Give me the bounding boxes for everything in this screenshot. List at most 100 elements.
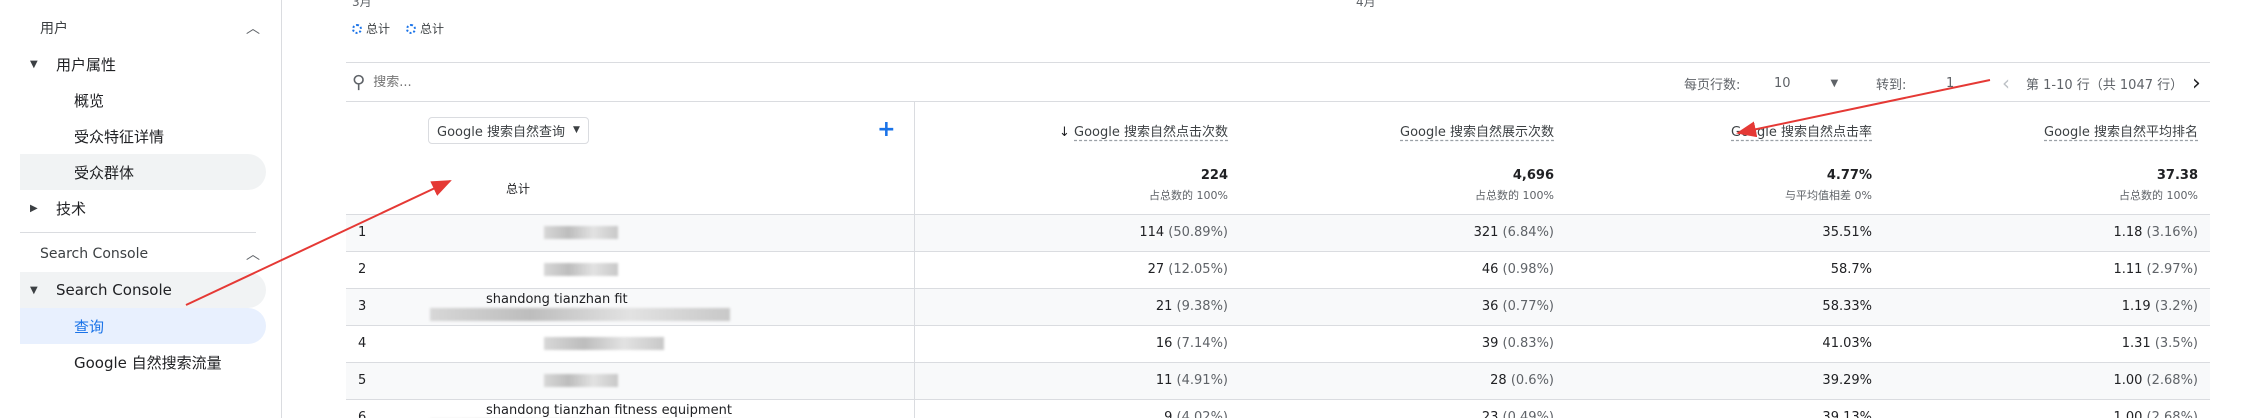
- chevron-up-icon[interactable]: ︿: [246, 244, 260, 264]
- ctr-value: 39.13%: [1822, 410, 1872, 418]
- sidebar-item-user-props[interactable]: ▼ 用户属性: [20, 46, 266, 82]
- query-text: shandong tianzhan fit: [486, 291, 628, 307]
- impressions-value: 39: [1481, 336, 1499, 351]
- sidebar-item-search-console[interactable]: ▼ Search Console: [20, 272, 266, 308]
- total-value: 224: [1200, 168, 1228, 183]
- dimension-select[interactable]: Google 搜索自然查询 ▼: [428, 116, 589, 144]
- redacted-block: [544, 226, 618, 239]
- query-text: [428, 336, 486, 351]
- table-toolbar: ⚲ 每页行数: 10 ▼ 转到: 1 ‹ 第 1-10 行（共 1047 行） …: [346, 62, 2210, 102]
- query-cell[interactable]: [416, 324, 915, 362]
- table-row[interactable]: 2 27 (12.05%) 46 (0.98%) 58.7% 1.11 (2.97%): [346, 250, 2210, 288]
- chevron-up-icon[interactable]: ︿: [246, 18, 260, 38]
- row-index: 5: [346, 361, 416, 399]
- impressions-pct: (0.83%): [1502, 336, 1554, 351]
- caret-down-icon: ▼: [30, 284, 38, 296]
- prev-page-icon[interactable]: ‹: [2002, 63, 2010, 103]
- legend-item[interactable]: 总计: [352, 20, 390, 37]
- rows-per-page-label: 每页行数:: [1684, 77, 1741, 93]
- sidebar-section-user[interactable]: 用户 ︿: [20, 10, 278, 46]
- row-index: 2: [346, 250, 416, 288]
- query-cell[interactable]: [416, 361, 915, 399]
- sidebar-divider: [20, 232, 256, 233]
- sidebar-item-label: Search Console: [56, 281, 172, 299]
- position-pct: (3.2%): [2154, 299, 2198, 314]
- legend-marker-icon: [352, 23, 362, 34]
- totals-row: 总计 224 占总数的 100% 4,696 占总数的 100% 4.77% 与平均值…: [346, 158, 2210, 214]
- query-cell[interactable]: [416, 250, 915, 288]
- rows-per-page-value: 10: [1774, 75, 1791, 91]
- rows-per-page-select[interactable]: 10 ▼: [1774, 63, 1838, 103]
- add-dimension-button[interactable]: +: [877, 117, 895, 142]
- clicks-value: 114: [1139, 225, 1165, 240]
- row-index: 4: [346, 324, 416, 362]
- col-header-impressions[interactable]: Google 搜索自然展示次数: [1400, 125, 1554, 140]
- impressions-pct: (0.6%): [1510, 373, 1554, 388]
- ctr-value: 39.29%: [1822, 373, 1872, 388]
- dropdown-arrow-icon: ▼: [1830, 77, 1839, 89]
- next-page-icon[interactable]: ›: [2192, 63, 2201, 103]
- clicks-pct: (7.14%): [1176, 336, 1228, 351]
- clicks-pct: (9.38%): [1176, 299, 1228, 314]
- legend-item[interactable]: 总计: [406, 20, 444, 37]
- position-value: 1.18: [2113, 225, 2143, 240]
- col-header-position[interactable]: Google 搜索自然平均排名: [2044, 125, 2198, 140]
- col-header-ctr[interactable]: Google 搜索自然点击率: [1731, 125, 1872, 140]
- goto-label: 转到:: [1876, 77, 1907, 93]
- sidebar-item-label: 查询: [74, 317, 105, 336]
- sidebar-item-audiences[interactable]: 受众群体: [20, 154, 266, 190]
- clicks-pct: (50.89%): [1168, 225, 1228, 240]
- position-value: 1.00: [2113, 373, 2143, 388]
- data-table: Google 搜索自然查询 ▼ + ↓ Google 搜索自然点击次数 Goog…: [346, 102, 2210, 418]
- dropdown-arrow-icon: ▼: [572, 125, 580, 135]
- col-header-clicks[interactable]: Google 搜索自然点击次数: [1074, 125, 1228, 140]
- sidebar-item-queries[interactable]: 查询: [20, 308, 266, 344]
- sidebar-section-label: Search Console: [40, 246, 149, 262]
- row-index: 3: [346, 287, 416, 325]
- table-row[interactable]: 4 16 (7.14%) 39 (0.83%) 41.03% 1.31 (3.5%): [346, 324, 2210, 362]
- impressions-value: 23: [1481, 410, 1499, 418]
- clicks-value: 21: [1155, 299, 1173, 314]
- sidebar-item-label: 受众特征详情: [74, 127, 165, 146]
- table-row[interactable]: 6 shandong tianzhan fitness equipment 9 (4…: [346, 398, 2210, 418]
- ctr-value: 58.7%: [1830, 262, 1872, 277]
- page-range: 第 1-10 行（共 1047 行）: [2026, 77, 2184, 93]
- redacted-block: [544, 337, 664, 350]
- legend-marker-icon: [406, 23, 417, 34]
- goto-input[interactable]: 1: [1946, 63, 1954, 103]
- position-value: 1.19: [2121, 299, 2151, 314]
- impressions-pct: (6.84%): [1502, 225, 1554, 240]
- total-value: 4,696: [1512, 168, 1554, 183]
- sidebar-item-organic-traffic[interactable]: Google 自然搜索流量: [20, 344, 266, 380]
- sidebar: 用户 ︿ ▼ 用户属性 概览 受众特征详情 受众群体 ▶ 技术 Search C…: [0, 0, 282, 418]
- table-row[interactable]: 3 shandong tianzhan fit 21 (9.38%) 36 (0.77…: [346, 287, 2210, 325]
- clicks-pct: (12.05%): [1168, 262, 1228, 277]
- position-pct: (2.97%): [2146, 262, 2198, 277]
- sidebar-item-overview[interactable]: 概览: [20, 82, 266, 118]
- search-input[interactable]: [373, 74, 974, 90]
- sidebar-section-label: 用户: [40, 21, 68, 37]
- caret-right-icon: ▶: [30, 202, 38, 214]
- chart-x-label: 4月: [1356, 0, 1376, 9]
- query-cell[interactable]: [416, 213, 915, 251]
- position-pct: (3.5%): [2154, 336, 2198, 351]
- sidebar-item-label: 用户属性: [56, 55, 117, 74]
- sidebar-section-search-console[interactable]: Search Console ︿: [20, 236, 278, 272]
- query-cell[interactable]: shandong tianzhan fitness equipment: [416, 398, 915, 418]
- sidebar-item-audience-details[interactable]: 受众特征详情: [20, 118, 266, 154]
- redacted-block: [430, 307, 730, 321]
- sort-arrow-down-icon[interactable]: ↓: [1059, 125, 1070, 140]
- query-cell[interactable]: shandong tianzhan fit: [416, 287, 915, 325]
- query-text: shandong tianzhan fitness equipment: [486, 402, 732, 418]
- dimension-label: Google 搜索自然查询: [437, 124, 565, 140]
- table-row[interactable]: 5 11 (4.91%) 28 (0.6%) 39.29% 1.00 (2.68%): [346, 361, 2210, 399]
- clicks-value: 9: [1164, 410, 1173, 418]
- query-text: [428, 225, 486, 240]
- sidebar-item-label: 技术: [56, 199, 87, 218]
- impressions-pct: (0.98%): [1502, 262, 1554, 277]
- sidebar-item-tech[interactable]: ▶ 技术: [20, 190, 266, 226]
- ctr-value: 41.03%: [1822, 336, 1872, 351]
- caret-down-icon: ▼: [30, 58, 38, 70]
- table-row[interactable]: 1 114 (50.89%) 321 (6.84%) 35.51% 1.18 (3.16…: [346, 213, 2210, 251]
- chart-x-label: 3月: [352, 0, 372, 9]
